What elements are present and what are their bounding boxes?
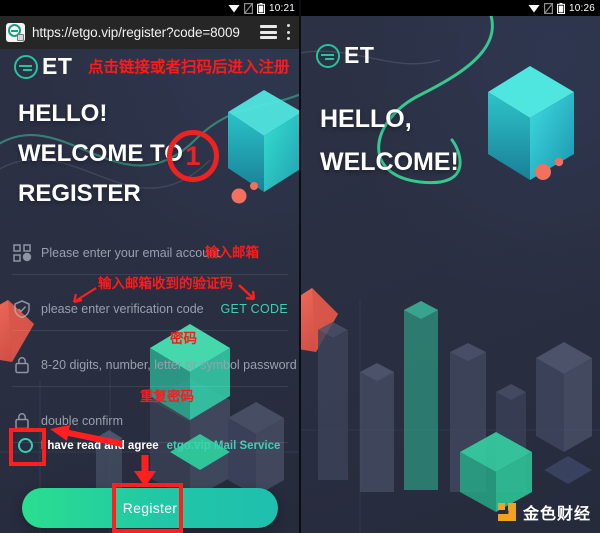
password-field-row[interactable]: 8-20 digits, number, letter or symbol pa… [12,343,297,387]
right-content: 10:26 ET HELLO, WELCOME! Please en [300,0,600,533]
signal-off-icon [543,2,553,14]
etgo-logo-icon [316,43,340,68]
arrow-code-left-icon [72,287,97,304]
right-hero-line1: HELLO, [320,105,412,133]
left-content: 10:21 https://etgo.vip/register?code=800… [0,0,300,533]
wifi-icon [528,5,540,13]
watermark-text: 金色财经 [522,504,591,523]
right-status-bar: 10:26 [300,0,600,16]
right-hero-line2: WELCOME! [320,148,459,176]
tab-stack-icon[interactable] [260,25,277,40]
browser-toolbar: https://etgo.vip/register?code=8009 [0,16,300,49]
left-brand-name: ET [42,53,73,79]
email-placeholder: Please enter your email account [41,245,220,260]
battery-icon [256,2,265,14]
lock-icon [15,356,29,373]
kebab-menu-icon[interactable] [287,24,291,41]
left-hero-line3: REGISTER [18,180,141,207]
arrow-code-right-icon [238,284,256,301]
wifi-icon [228,5,240,13]
right-phone-panel: 10:26 ET HELLO, WELCOME! Please en [300,0,600,533]
shield-icon [14,299,30,318]
annotation-email-note: 输入邮箱 [205,245,259,261]
dual-phone-screenshot: 10:21 https://etgo.vip/register?code=800… [0,0,600,533]
url-bar[interactable]: https://etgo.vip/register?code=8009 [32,25,253,40]
left-brand: ET [14,53,72,80]
right-brand-name: ET [344,42,375,68]
left-status-time: 10:21 [268,2,295,14]
battery-icon [556,2,565,14]
watermark: 金色财经 [497,500,591,524]
etgo-logo-icon [14,54,38,79]
agree-link[interactable]: etgo.vip Mail Service [167,440,281,452]
jinse-logo-icon [497,503,516,521]
left-hero-line1: HELLO! [18,100,108,127]
password-placeholder: 8-20 digits, number, letter or symbol pa… [41,357,297,372]
qrcode-user-icon [13,243,32,262]
arrow-to-register-icon [134,455,156,487]
etgo-lock-icon [6,23,25,42]
right-status-time: 10:26 [568,2,595,14]
panel-divider [299,0,301,533]
annotation-top-note: 点击链接或者扫码后进入注册 [88,58,290,76]
highlight-register-button [112,483,183,533]
left-phone-panel: 10:21 https://etgo.vip/register?code=800… [0,0,300,533]
signal-off-icon [243,2,253,14]
step-badge-1: 1 [167,130,219,182]
verification-code-placeholder: please enter verification code [41,301,204,316]
highlight-agree-checkbox [9,428,46,466]
right-brand: ET [316,42,374,69]
arrow-to-checkbox-icon [50,425,123,447]
left-hero-line2: WELCOME TO [18,140,183,167]
left-status-bar: 10:21 [0,0,300,16]
